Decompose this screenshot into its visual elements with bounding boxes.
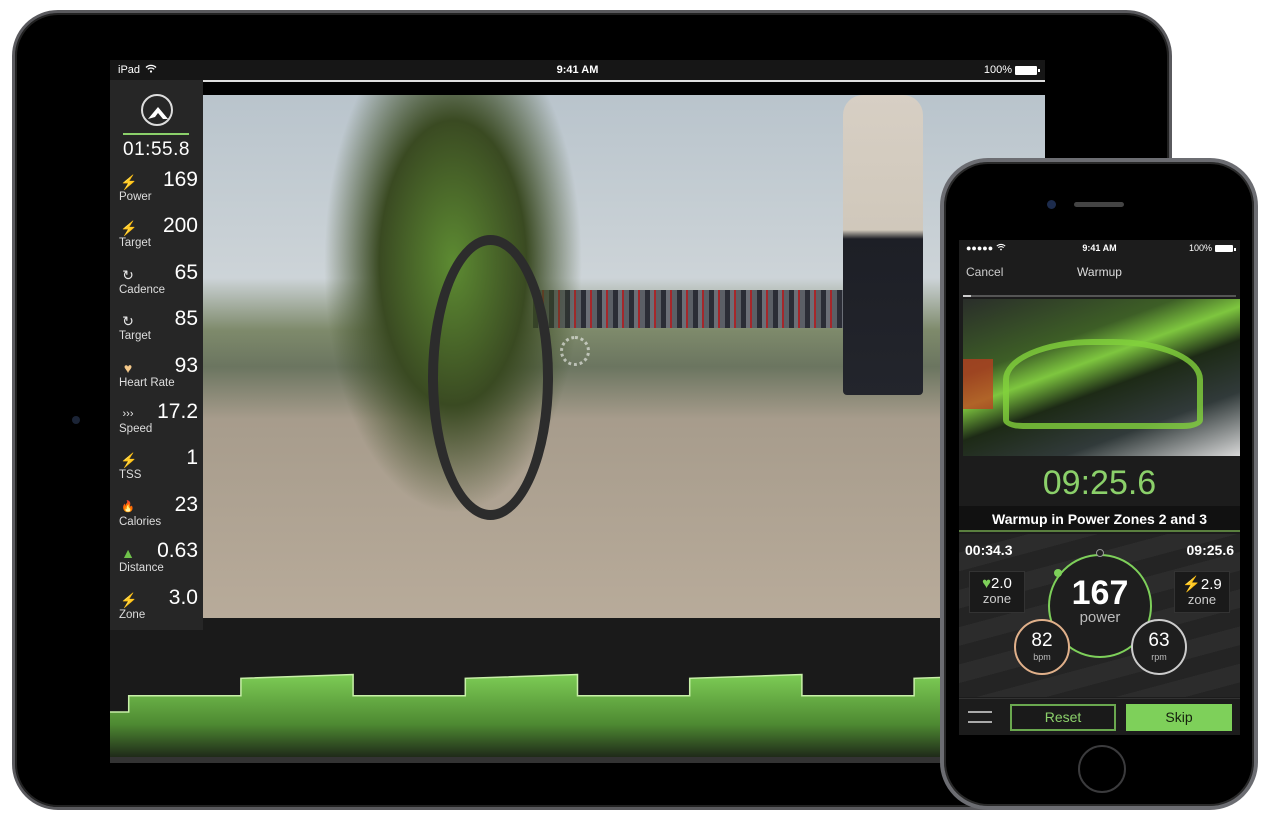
power-zone-box: ⚡2.9 zone — [1174, 571, 1230, 613]
bike-image — [1003, 339, 1203, 429]
metric-value: 0.63 — [157, 539, 198, 563]
ipad-status-bar: iPad 9:41 AM 100% — [110, 60, 1045, 80]
metric-tss: ⚡ 1 TSS — [118, 446, 198, 493]
battery-icon — [1215, 244, 1236, 252]
heart-icon: ♥ — [982, 575, 992, 592]
flame-icon: 🔥 — [121, 500, 135, 513]
heart-rate-value: 82 — [1031, 630, 1053, 651]
metric-target: ⚡ 200 Target — [118, 214, 198, 261]
metrics-sidebar: 01:55.8 ⚡ 169 Power ⚡ 200 Target ↻ 65 Cadence ↻ 85… — [110, 80, 203, 630]
metric-value: 65 — [174, 260, 198, 284]
lightning-icon: ⚡ — [120, 591, 138, 608]
metric-value: 200 — [162, 214, 198, 238]
gauge-progress-marker — [1054, 569, 1062, 577]
metric-calories: 🔥 23 Calories — [118, 492, 198, 540]
lightning-icon: ⚡ — [120, 220, 138, 237]
loading-spinner-icon — [560, 336, 590, 366]
iphone-speaker — [1074, 202, 1124, 207]
cadence-gauge: 63 rpm — [1131, 619, 1187, 675]
metric-label: Zone — [119, 608, 146, 621]
ipad-camera — [72, 416, 80, 424]
metric-label: Speed — [119, 423, 153, 435]
battery-percent: 100% — [983, 64, 1012, 76]
lightning-icon: ⚡ — [120, 174, 138, 190]
remaining-time: 09:25.6 — [1186, 542, 1234, 558]
speed-icon: ››› — [122, 408, 134, 420]
device-name: iPad — [118, 64, 141, 76]
app-logo-icon[interactable] — [141, 94, 173, 126]
metric-label: Target — [119, 237, 151, 250]
power-zone-value: 2.9 — [1200, 576, 1222, 593]
metric-value: 93 — [174, 353, 198, 377]
battery-icon — [1015, 65, 1040, 75]
metric-cadence: ↻ 65 Cadence — [118, 260, 198, 308]
metric-label: Target — [119, 330, 151, 343]
status-time: 9:41 AM — [1082, 243, 1117, 253]
home-button[interactable] — [1078, 745, 1126, 793]
metric-value: 85 — [174, 307, 198, 331]
metric-value: 23 — [174, 492, 198, 516]
metric-value: 17.2 — [157, 400, 198, 423]
heart-icon: ♥ — [123, 359, 133, 376]
workout-progress — [963, 295, 1236, 297]
metric-label: Heart Rate — [119, 376, 175, 389]
power-value: 167 — [1071, 574, 1129, 612]
status-time: 9:41 AM — [556, 64, 599, 76]
metric-label: Calories — [119, 515, 162, 528]
skip-button[interactable]: Skip — [1126, 704, 1232, 731]
metric-label: Cadence — [119, 283, 166, 296]
lightning-icon: ⚡ — [1182, 576, 1201, 593]
elapsed-timer: 01:55.8 — [123, 139, 190, 160]
workout-profile-svg — [110, 673, 1045, 757]
metric-distance: ▲ 0.63 Distance — [118, 539, 198, 586]
nav-title: Warmup — [1077, 265, 1122, 279]
distance-icon: ▲ — [121, 545, 135, 562]
hr-zone-value: 2.0 — [991, 575, 1012, 592]
cadence-icon: ↻ — [122, 266, 134, 283]
hr-zone-box: ♥2.0 zone — [969, 571, 1025, 613]
workout-video[interactable] — [963, 299, 1240, 456]
cadence-value: 63 — [1148, 630, 1170, 651]
metric-zone: ⚡ 3.0 Zone — [118, 585, 198, 633]
signal-icon: ●●●●● — [966, 243, 1006, 253]
metric-value: 169 — [162, 168, 198, 191]
iphone-screen: ●●●●● 9:41 AM 100% Cancel Warmup 09:25.6… — [959, 240, 1240, 735]
ipad-screen: iPad 9:41 AM 100% 01:55.8 ⚡ 169 Power ⚡ 200 T… — [110, 60, 1045, 763]
workout-profile-chart[interactable] — [110, 632, 1045, 757]
elapsed-time: 00:34.3 — [965, 542, 1013, 558]
wifi-icon — [145, 64, 157, 76]
cadence-icon: ↻ — [122, 313, 134, 330]
iphone-status-bar: ●●●●● 9:41 AM 100% — [959, 240, 1240, 256]
heart-rate-gauge: 82 bpm — [1014, 619, 1070, 675]
metric-power: ⚡ 169 Power — [118, 168, 198, 215]
reset-button[interactable]: Reset — [1010, 704, 1116, 731]
workout-video[interactable] — [203, 95, 1045, 618]
spectator — [843, 95, 923, 395]
interval-remaining-timer: 09:25.6 — [1042, 464, 1157, 502]
iphone-device: ●●●●● 9:41 AM 100% Cancel Warmup 09:25.6… — [940, 158, 1258, 810]
heart-rate-unit: bpm — [1033, 652, 1051, 662]
metric-label: Power — [119, 191, 152, 203]
metric-value: 1 — [186, 446, 198, 470]
menu-icon[interactable] — [968, 711, 992, 723]
power-zone-label: zone — [1187, 592, 1217, 607]
hr-zone-label: zone — [982, 591, 1012, 606]
nav-bar: Cancel Warmup — [959, 256, 1240, 284]
cadence-unit: rpm — [1151, 652, 1167, 662]
elapsed-progress-bar — [123, 133, 189, 135]
gauge-target-marker — [1096, 549, 1104, 557]
metric-value: 3.0 — [168, 585, 198, 609]
battery-percent: 100% — [1188, 243, 1212, 253]
iphone-camera — [1047, 200, 1056, 209]
lightning-icon: ⚡ — [120, 452, 138, 469]
bottom-toolbar: Reset Skip — [959, 698, 1240, 735]
metric-label: TSS — [119, 469, 142, 482]
metric-heart-rate: ♥ 93 Heart Rate — [118, 353, 198, 401]
metric-speed: ››› 17.2 Speed — [118, 400, 198, 447]
metric-target: ↻ 85 Target — [118, 307, 198, 354]
metrics-dial: 00:34.3 09:25.6 ♥2.0 zone ⚡2.9 zone 167 … — [959, 534, 1240, 697]
power-label: power — [1079, 609, 1121, 626]
interval-description: Warmup in Power Zones 2 and 3 — [959, 506, 1240, 532]
metric-label: Distance — [119, 562, 164, 575]
